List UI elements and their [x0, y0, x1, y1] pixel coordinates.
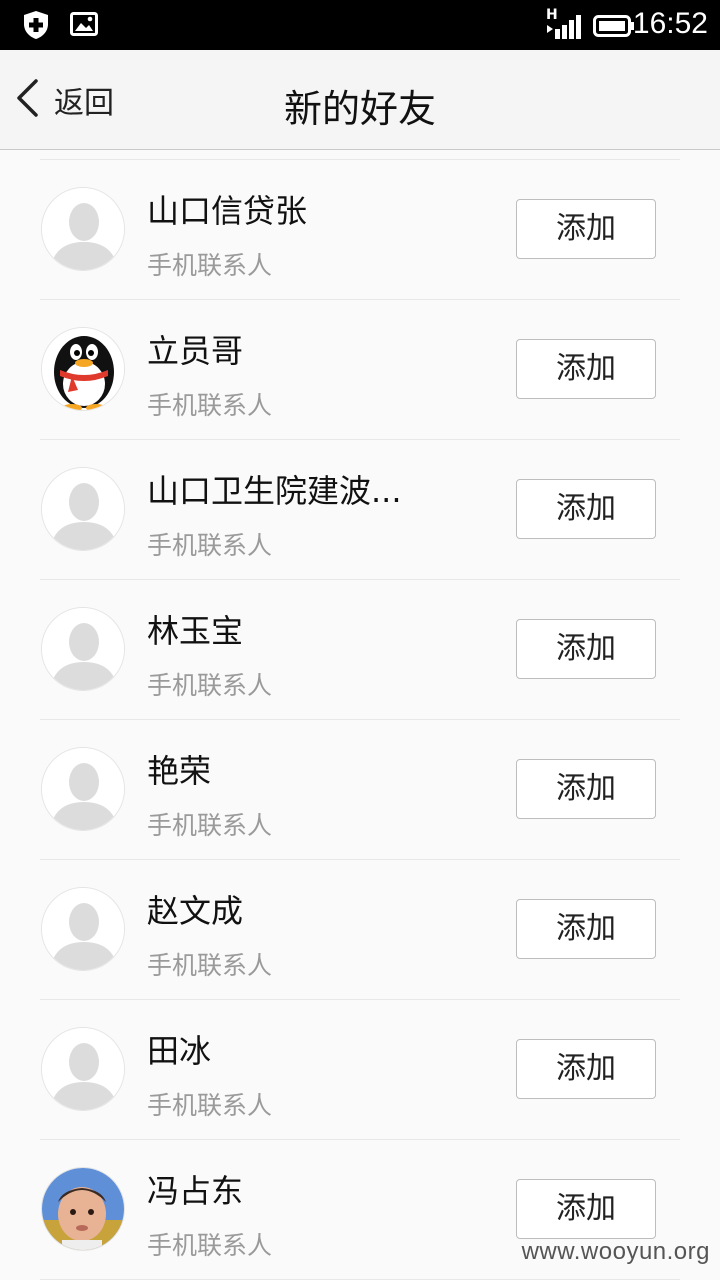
- contact-name: 冯占东: [147, 1172, 244, 1210]
- contact-source: 手机联系人: [147, 811, 273, 840]
- add-friend-button[interactable]: 添加: [516, 1039, 656, 1099]
- contact-source: 手机联系人: [147, 671, 273, 700]
- contact-row[interactable]: 立员哥手机联系人 添加: [40, 300, 680, 440]
- contact-row[interactable]: 赵文成手机联系人 添加: [40, 860, 680, 1000]
- contact-name: 山口卫生院建波...: [147, 472, 402, 510]
- image-icon: [70, 10, 100, 40]
- watermark: www.wooyun.org: [521, 1238, 710, 1265]
- contact-source: 手机联系人: [147, 251, 273, 280]
- default-avatar-icon: [41, 1027, 125, 1111]
- add-friend-button[interactable]: 添加: [516, 899, 656, 959]
- contact-source: 手机联系人: [147, 951, 273, 980]
- contact-row[interactable]: 田冰手机联系人 添加: [40, 1000, 680, 1140]
- default-avatar-icon: [41, 747, 125, 831]
- contact-name: 艳荣: [147, 752, 212, 790]
- status-bar: H 16:52: [0, 0, 720, 50]
- contact-source: 手机联系人: [147, 531, 273, 560]
- default-avatar-icon: [41, 887, 125, 971]
- signal-icon: [544, 15, 584, 45]
- contact-name: 立员哥: [147, 332, 244, 370]
- default-avatar-icon: [41, 187, 125, 271]
- add-friend-button[interactable]: 添加: [516, 1179, 656, 1239]
- contact-name: 田冰: [147, 1032, 212, 1070]
- contact-row[interactable]: 艳荣手机联系人 添加: [40, 720, 680, 860]
- contact-row[interactable]: 林玉宝手机联系人 添加: [40, 580, 680, 720]
- page-title: 新的好友: [283, 87, 436, 131]
- contact-name: 林玉宝: [147, 612, 244, 650]
- avatar: [41, 327, 125, 411]
- contact-source: 手机联系人: [147, 1231, 273, 1260]
- default-avatar-icon: [41, 467, 125, 551]
- contact-name: 赵文成: [147, 892, 244, 930]
- shield-plus-icon: [22, 10, 52, 40]
- status-time: 16:52: [632, 7, 708, 40]
- add-friend-button[interactable]: 添加: [516, 759, 656, 819]
- default-avatar-icon: [41, 607, 125, 691]
- contact-source: 手机联系人: [147, 391, 273, 420]
- add-friend-button[interactable]: 添加: [516, 479, 656, 539]
- contact-name: 山口信贷张: [147, 192, 308, 230]
- avatar: [41, 1167, 125, 1251]
- contact-row[interactable]: 山口信贷张手机联系人 添加: [40, 160, 680, 300]
- battery-icon: [593, 15, 635, 45]
- nav-bar: 返回 新的好友: [0, 50, 720, 150]
- contact-list: 山口信贷张 手机联系人 添加 立员哥 手机联系人 添加 山口卫生院建波... 手机联系人添…: [40, 159, 680, 1280]
- add-friend-button[interactable]: 添加: [516, 619, 656, 679]
- contact-row[interactable]: 山口卫生院建波... 手机联系人 添加: [40, 440, 680, 580]
- add-friend-button[interactable]: 添加: [516, 199, 656, 259]
- contact-source: 手机联系人: [147, 1091, 273, 1120]
- add-friend-button[interactable]: 添加: [516, 339, 656, 399]
